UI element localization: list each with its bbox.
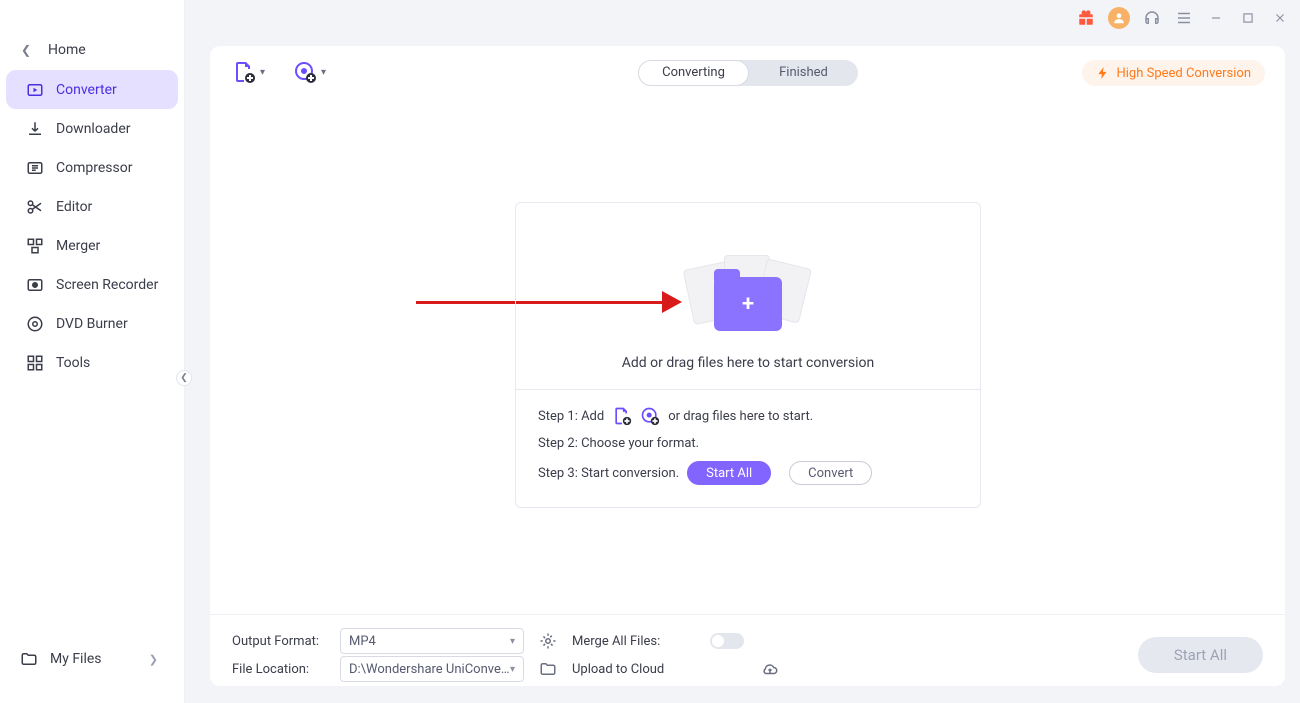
start-all-button[interactable]: Start All <box>687 461 771 485</box>
download-icon <box>24 118 46 140</box>
dropzone-message: Add or drag files here to start conversi… <box>622 355 875 371</box>
titlebar <box>185 0 1300 36</box>
sidebar-item-screen-recorder[interactable]: Screen Recorder <box>6 265 178 304</box>
sidebar-item-label: DVD Burner <box>56 316 128 332</box>
sidebar-home-label: Home <box>48 42 86 58</box>
sidebar-home[interactable]: ❮ Home <box>0 30 184 70</box>
sidebar-item-label: Compressor <box>56 160 132 176</box>
sidebar-item-tools[interactable]: Tools <box>6 343 178 382</box>
step-1: Step 1: Add or drag files here to start. <box>538 406 958 426</box>
tab-switcher: Converting Finished <box>638 60 858 86</box>
caret-down-icon: ▾ <box>510 636 515 647</box>
caret-down-icon: ▾ <box>260 67 265 78</box>
compressor-icon <box>24 157 46 179</box>
main-panel: ▾ ▾ Converting Finished High Speed Conve… <box>210 46 1285 686</box>
output-format-label: Output Format: <box>232 634 332 649</box>
settings-icon[interactable] <box>532 632 564 650</box>
convert-button[interactable]: Convert <box>789 461 872 485</box>
avatar[interactable] <box>1108 7 1130 29</box>
scissors-icon <box>24 196 46 218</box>
step-1-post: or drag files here to start. <box>668 409 813 424</box>
step-1-pre: Step 1: Add <box>538 409 604 424</box>
open-folder-icon[interactable] <box>532 660 564 678</box>
upload-cloud-label: Upload to Cloud <box>572 662 702 677</box>
start-all-disabled-button[interactable]: Start All <box>1138 637 1263 673</box>
sidebar-item-label: Tools <box>56 355 90 371</box>
chevron-left-icon: ❮ <box>18 43 34 57</box>
folder-plus-icon: + <box>678 259 818 339</box>
sidebar-item-compressor[interactable]: Compressor <box>6 148 178 187</box>
dropzone: + Add or drag files here to start conver… <box>515 202 981 508</box>
sidebar-collapse-toggle[interactable]: ❮ <box>176 370 192 386</box>
file-location-value: D:\Wondershare UniConverter <box>349 662 510 677</box>
output-format-value: MP4 <box>349 634 376 649</box>
sidebar-item-dvd-burner[interactable]: DVD Burner <box>6 304 178 343</box>
step-2: Step 2: Choose your format. <box>538 436 958 451</box>
merge-toggle[interactable] <box>710 633 744 649</box>
file-location-select[interactable]: D:\Wondershare UniConverter ▾ <box>340 656 524 682</box>
sidebar-item-converter[interactable]: Converter <box>6 70 178 109</box>
chevron-right-icon: ❯ <box>149 653 158 666</box>
sidebar-my-files-label: My Files <box>50 651 102 667</box>
add-disc-button[interactable]: ▾ <box>293 60 326 84</box>
record-icon <box>24 274 46 296</box>
folder-icon <box>18 648 40 670</box>
tab-finished[interactable]: Finished <box>749 61 858 85</box>
step-3: Step 3: Start conversion. Start All Conv… <box>538 461 958 485</box>
grid-icon <box>24 352 46 374</box>
toolbar: ▾ ▾ <box>232 60 326 84</box>
gift-icon[interactable] <box>1076 8 1096 28</box>
sidebar-item-label: Converter <box>56 82 117 98</box>
converter-icon <box>24 79 46 101</box>
caret-down-icon: ▾ <box>321 67 326 78</box>
sidebar: ❮ Home Converter Downloader Compressor E… <box>0 0 185 703</box>
close-icon[interactable] <box>1270 8 1290 28</box>
add-disc-icon <box>640 406 660 426</box>
bottom-bar: Output Format: MP4 ▾ Merge All Files: St… <box>210 614 1285 686</box>
minimize-icon[interactable] <box>1206 8 1226 28</box>
sidebar-item-merger[interactable]: Merger <box>6 226 178 265</box>
file-location-label: File Location: <box>232 662 332 677</box>
headset-icon[interactable] <box>1142 8 1162 28</box>
add-file-icon <box>612 406 632 426</box>
merge-label: Merge All Files: <box>572 634 702 649</box>
bolt-icon <box>1096 66 1110 80</box>
tab-converting[interactable]: Converting <box>638 60 749 86</box>
menu-icon[interactable] <box>1174 8 1194 28</box>
caret-down-icon: ▾ <box>510 664 515 675</box>
output-format-select[interactable]: MP4 ▾ <box>340 628 524 654</box>
high-speed-label: High Speed Conversion <box>1116 66 1251 81</box>
sidebar-item-label: Downloader <box>56 121 131 137</box>
sidebar-item-label: Screen Recorder <box>56 277 158 293</box>
maximize-icon[interactable] <box>1238 8 1258 28</box>
high-speed-conversion-button[interactable]: High Speed Conversion <box>1082 60 1265 86</box>
sidebar-my-files[interactable]: My Files ❯ <box>0 639 184 679</box>
sidebar-item-downloader[interactable]: Downloader <box>6 109 178 148</box>
step-3-label: Step 3: Start conversion. <box>538 466 679 481</box>
sidebar-item-label: Editor <box>56 199 92 215</box>
dropzone-click-area[interactable]: + Add or drag files here to start conver… <box>516 203 980 389</box>
cloud-upload-icon[interactable] <box>710 660 830 678</box>
sidebar-item-editor[interactable]: Editor <box>6 187 178 226</box>
add-file-button[interactable]: ▾ <box>232 60 265 84</box>
sidebar-item-label: Merger <box>56 238 100 254</box>
dropzone-steps: Step 1: Add or drag files here to start.… <box>516 389 980 511</box>
merger-icon <box>24 235 46 257</box>
disc-icon <box>24 313 46 335</box>
